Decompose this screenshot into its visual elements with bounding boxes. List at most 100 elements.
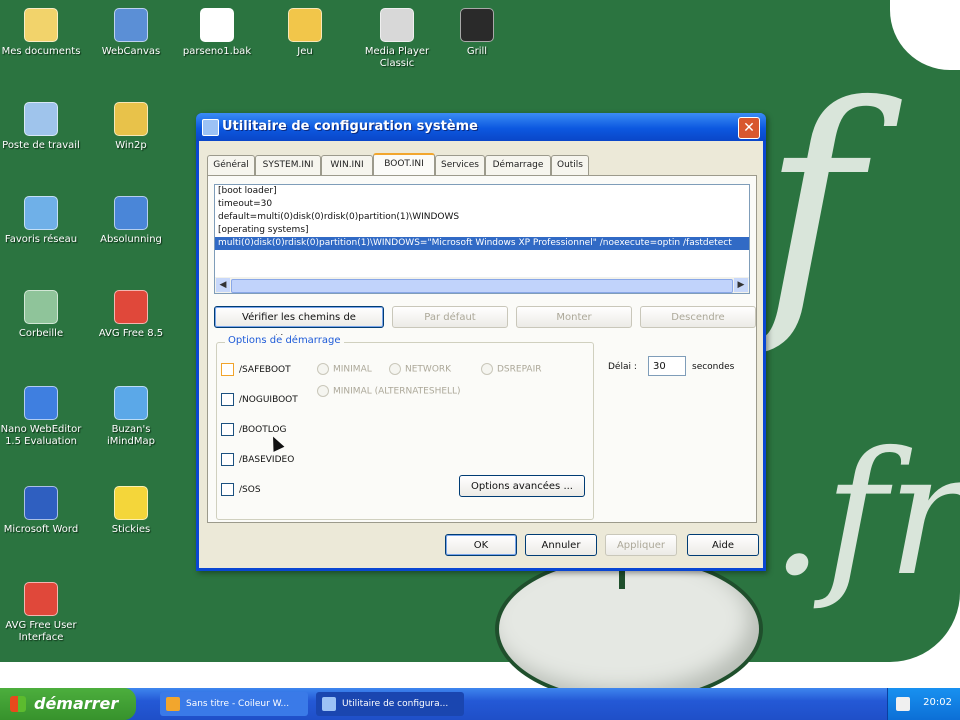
tab-boot-ini[interactable]: BOOT.INI <box>373 153 435 177</box>
tab-services[interactable]: Services <box>435 155 485 175</box>
basevideo-label: /BASEVIDEO <box>239 455 295 465</box>
cancel-button[interactable]: Annuler <box>525 534 597 556</box>
desktop-icon[interactable]: WebCanvas <box>86 8 176 58</box>
desktop-icon[interactable]: Mes documents <box>0 8 86 58</box>
system-tray: 20:02 <box>887 688 960 720</box>
desktop-icon-label: AVG Free 8.5 <box>98 328 164 339</box>
desktop-icon-label: parseno1.bak <box>182 46 252 57</box>
safeboot-checkbox[interactable]: /SAFEBOOT <box>221 363 291 376</box>
tab-general[interactable]: Général <box>207 155 255 175</box>
safeboot-label: /SAFEBOOT <box>239 365 291 375</box>
word-icon <box>24 486 58 520</box>
desktop-icon[interactable]: AVG Free User Interface <box>0 582 86 644</box>
help-button[interactable]: Aide <box>687 534 759 556</box>
boot-ini-text[interactable]: [boot loader] timeout=30 default=multi(0… <box>214 184 750 294</box>
desktop-icon[interactable]: Media Player Classic <box>352 8 442 70</box>
taskbar-item-paint[interactable]: Sans titre - Coileur W... <box>160 692 308 716</box>
desktop-icon-label: AVG Free User Interface <box>5 620 77 643</box>
desktop-icon-label: Poste de travail <box>2 140 80 151</box>
boot-ini-line[interactable]: [operating systems] <box>215 224 749 237</box>
desktop-icon[interactable]: Win2p <box>86 102 176 152</box>
minimal-radio[interactable]: MINIMAL <box>317 363 372 375</box>
desktop-icon-label: Nano WebEditor 1.5 Evaluation <box>0 424 82 447</box>
desktop-icon-label: Corbeille <box>18 328 64 339</box>
scroll-thumb[interactable] <box>231 279 733 293</box>
apply-button[interactable]: Appliquer <box>605 534 677 556</box>
desktop-icon[interactable]: Buzan's iMindMap <box>86 386 176 448</box>
dsrepair-label: DSREPAIR <box>497 364 542 375</box>
start-button[interactable]: démarrer <box>0 688 136 720</box>
boot-ini-line[interactable]: default=multi(0)disk(0)rdisk(0)partition… <box>215 211 749 224</box>
tab-startup[interactable]: Démarrage <box>485 155 551 175</box>
boot-ini-line-selected[interactable]: multi(0)disk(0)rdisk(0)partition(1)\WIND… <box>215 237 749 250</box>
desktop: f .fr Mes documents WebCanvas parseno1.bak… <box>0 0 960 690</box>
move-up-button[interactable]: Monter <box>516 306 632 328</box>
boot-ini-panel: [boot loader] timeout=30 default=multi(0… <box>207 175 757 523</box>
noguiboot-checkbox[interactable]: /NOGUIBOOT <box>221 393 298 406</box>
horizontal-scrollbar[interactable]: ◀ ▶ <box>215 277 749 293</box>
taskbar-item-label: Sans titre - Coileur W... <box>186 699 290 709</box>
computer-icon <box>24 102 58 136</box>
advanced-options-button[interactable]: Options avancées ... <box>459 475 585 497</box>
wallpaper-tld: .fr <box>770 416 960 614</box>
shortcut-icon <box>114 196 148 230</box>
desktop-icon[interactable]: Absolunning <box>86 196 176 246</box>
network-radio[interactable]: NETWORK <box>389 363 451 375</box>
desktop-icon[interactable]: Microsoft Word <box>0 486 86 536</box>
timeout-label: Délai : <box>608 362 637 372</box>
timeout-input[interactable]: 30 <box>648 356 686 376</box>
scroll-left-icon[interactable]: ◀ <box>216 278 230 292</box>
dsrepair-radio[interactable]: DSREPAIR <box>481 363 542 375</box>
taskbar-item-msconfig[interactable]: Utilitaire de configura... <box>316 692 464 716</box>
network-label: NETWORK <box>405 364 452 375</box>
default-button[interactable]: Par défaut <box>392 306 508 328</box>
tab-system-ini[interactable]: SYSTEM.INI <box>255 155 321 175</box>
dialog-titlebar[interactable]: Utilitaire de configuration système ✕ <box>196 113 766 141</box>
desktop-icon[interactable]: Corbeille <box>0 290 86 340</box>
tray-icon[interactable] <box>896 697 910 711</box>
msconfig-icon <box>202 119 219 136</box>
sos-checkbox[interactable]: /SOS <box>221 483 261 496</box>
text-file-icon <box>200 8 234 42</box>
noguiboot-label: /NOGUIBOOT <box>239 395 298 405</box>
timeout-setting: Délai : 30 secondes <box>608 356 734 376</box>
system-config-dialog: Utilitaire de configuration système ✕ Gé… <box>196 113 766 571</box>
move-down-button[interactable]: Descendre <box>640 306 756 328</box>
scroll-right-icon[interactable]: ▶ <box>734 278 748 292</box>
desktop-icon[interactable]: Jeu <box>260 8 350 58</box>
msconfig-icon <box>322 697 336 711</box>
ok-button[interactable]: OK <box>445 534 517 556</box>
desktop-icon[interactable]: Poste de travail <box>0 102 86 152</box>
recycle-bin-icon <box>24 290 58 324</box>
desktop-icon-label: Grill <box>466 46 488 57</box>
media-player-icon <box>380 8 414 42</box>
bootlog-label: /BOOTLOG <box>239 425 287 435</box>
basevideo-checkbox[interactable]: /BASEVIDEO <box>221 453 294 466</box>
boot-ini-line[interactable]: timeout=30 <box>215 198 749 211</box>
desktop-icon[interactable]: Nano WebEditor 1.5 Evaluation <box>0 386 86 448</box>
desktop-icon-label: Absolunning <box>100 234 162 245</box>
desktop-icon[interactable]: Stickies <box>86 486 176 536</box>
start-label: démarrer <box>34 694 119 713</box>
desktop-icon[interactable]: parseno1.bak <box>172 8 262 58</box>
desktop-icon[interactable]: AVG Free 8.5 <box>86 290 176 340</box>
grill-icon <box>460 8 494 42</box>
desktop-icon-label: Mes documents <box>1 46 81 57</box>
desktop-icon-label: Microsoft Word <box>3 524 79 535</box>
sos-label: /SOS <box>239 485 261 495</box>
close-button[interactable]: ✕ <box>738 117 760 139</box>
boot-options-group: Options de démarrage /SAFEBOOT /NOGUIBOO… <box>216 335 594 520</box>
folder-documents-icon <box>24 8 58 42</box>
mindmap-icon <box>114 386 148 420</box>
desktop-icon[interactable]: Favoris réseau <box>0 196 86 246</box>
clock: 20:02 <box>923 697 952 708</box>
tab-tools[interactable]: Outils <box>551 155 589 175</box>
minimal-alternateshell-radio[interactable]: MINIMAL (ALTERNATESHELL) <box>317 385 461 397</box>
desktop-icon-label: Jeu <box>297 46 313 57</box>
check-boot-paths-button[interactable]: Vérifier les chemins de démarrage <box>214 306 384 345</box>
webcanvas-icon <box>114 8 148 42</box>
boot-ini-line[interactable]: [boot loader] <box>215 185 749 198</box>
desktop-icon[interactable]: Grill <box>432 8 522 58</box>
tab-win-ini[interactable]: WIN.INI <box>321 155 373 175</box>
folder-icon <box>288 8 322 42</box>
